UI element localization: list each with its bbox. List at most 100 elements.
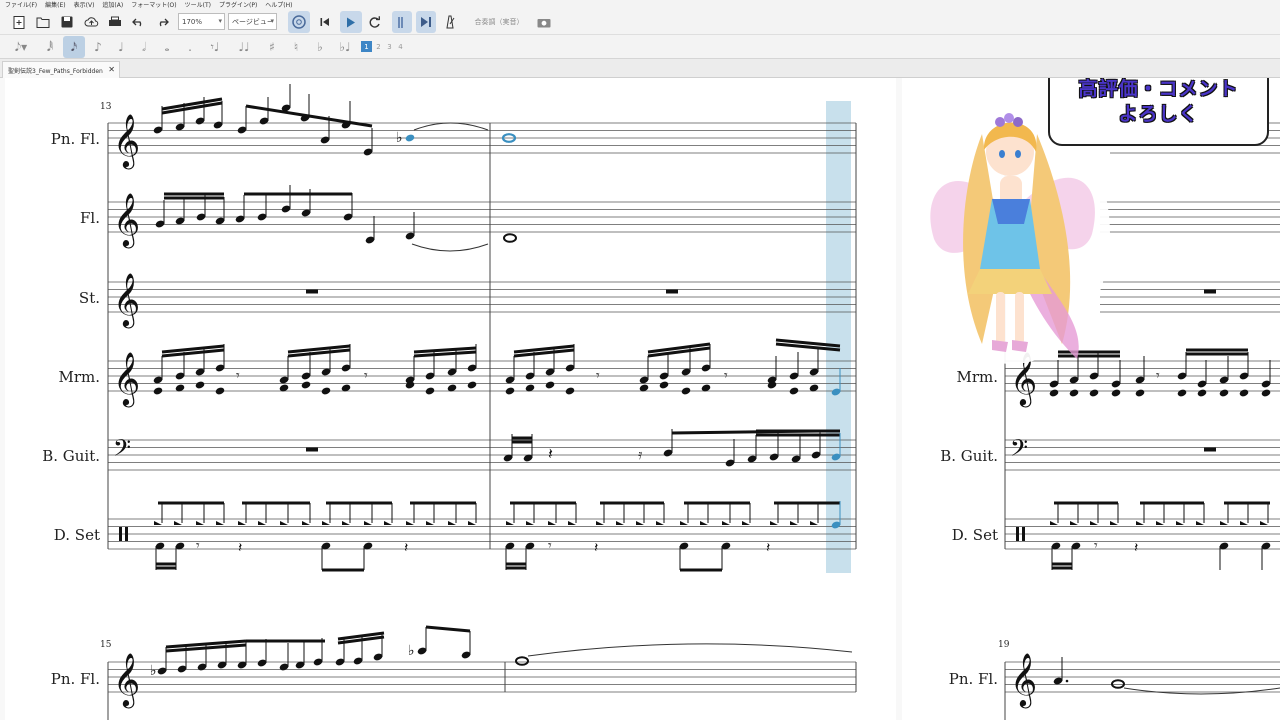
whole-note bbox=[503, 233, 517, 243]
whole-rest bbox=[306, 289, 318, 294]
half-note-icon[interactable]: 𝅗𝅥 bbox=[134, 36, 154, 58]
note-head bbox=[1069, 389, 1079, 397]
menu-format[interactable]: フォーマット(O) bbox=[131, 0, 176, 9]
sharp-icon[interactable]: ♯ bbox=[262, 36, 282, 58]
new-file-icon[interactable] bbox=[10, 11, 28, 33]
instrument-name-marimba[interactable]: Mrm. bbox=[956, 368, 998, 386]
main-toolbar: 170% ▾ ページビュー ▾ 合奏調（実音） bbox=[0, 9, 1280, 35]
cymbal-note bbox=[322, 521, 330, 525]
loop-icon[interactable] bbox=[366, 11, 382, 33]
instrument-name-drum-set[interactable]: D. Set bbox=[54, 526, 100, 544]
sixteenth-note-icon[interactable]: 𝅘𝅥𝅯 bbox=[63, 36, 85, 58]
menu-tools[interactable]: ツール(T) bbox=[185, 0, 211, 9]
instrument-name-pan-flute[interactable]: Pn. Fl. bbox=[51, 670, 100, 688]
voice-3-button[interactable]: 3 bbox=[385, 41, 394, 52]
cymbal-note bbox=[154, 521, 162, 525]
rest: 𝄽 bbox=[594, 540, 598, 556]
tie bbox=[411, 243, 489, 252]
play-button[interactable] bbox=[340, 11, 362, 33]
midi-input-button[interactable] bbox=[288, 11, 310, 33]
menu-file[interactable]: ファイル(F) bbox=[5, 0, 37, 9]
upload-cloud-icon[interactable] bbox=[82, 11, 100, 33]
cymbal-note bbox=[636, 521, 644, 525]
rest-icon[interactable]: 𝄾♩ bbox=[203, 36, 227, 58]
document-tab-title: 聖剣伝説3_Few_Paths_Forbidden bbox=[8, 67, 103, 75]
voice-1-button[interactable]: 1 bbox=[361, 41, 372, 52]
note-head bbox=[425, 387, 435, 395]
note-input-toolbar: 𝅘𝅥𝅮▾ 𝅘𝅥𝅱 𝅘𝅥𝅯 ♪ ♩ 𝅗𝅥 𝅝 . 𝄾♩ ♩♩ ♯ ♮ ♭ ♭♩ 1… bbox=[0, 35, 1280, 59]
cymbal-note bbox=[656, 521, 664, 525]
close-icon[interactable]: ✕ bbox=[108, 65, 115, 74]
document-tab[interactable]: 聖剣伝説3_Few_Paths_Forbidden ✕ bbox=[2, 61, 120, 78]
open-folder-icon[interactable] bbox=[34, 11, 52, 33]
rest: 𝄾 bbox=[1156, 368, 1160, 384]
sixty-fourth-note-icon[interactable]: 𝅘𝅥𝅱 bbox=[40, 36, 60, 58]
instrument-name-flute[interactable]: Fl. bbox=[80, 209, 100, 227]
note-head bbox=[505, 387, 515, 395]
loop-in-icon[interactable] bbox=[392, 11, 412, 33]
flip-direction-icon[interactable]: ♭♩ bbox=[334, 36, 356, 58]
rest: 𝄽 bbox=[548, 444, 553, 463]
save-icon[interactable] bbox=[58, 11, 76, 33]
rest: 𝄽 bbox=[1134, 540, 1138, 556]
cymbal-note bbox=[280, 521, 288, 525]
note-input-mode-icon[interactable]: 𝅘𝅥𝅮▾ bbox=[8, 36, 34, 58]
cymbal-note bbox=[364, 521, 372, 525]
play-to-end-icon[interactable] bbox=[416, 11, 436, 33]
instrument-name-drum-set[interactable]: D. Set bbox=[952, 526, 998, 544]
whole-note-icon[interactable]: 𝅝 bbox=[157, 36, 177, 58]
cymbal-note bbox=[1220, 521, 1228, 525]
cymbal-note bbox=[548, 521, 556, 525]
print-icon[interactable] bbox=[106, 11, 124, 33]
rest: 𝄽 bbox=[404, 540, 408, 556]
tie-icon[interactable]: ♩♩ bbox=[232, 36, 256, 58]
menu-edit[interactable]: 編集(E) bbox=[45, 0, 65, 9]
treble-clef: 𝄞 bbox=[113, 192, 140, 248]
cymbal-note bbox=[1240, 521, 1248, 525]
rest: 𝄽 bbox=[238, 540, 242, 556]
undo-icon[interactable] bbox=[130, 11, 146, 33]
instrument-name-strings[interactable]: St. bbox=[79, 289, 100, 307]
flat-accidental: ♭ bbox=[408, 643, 415, 659]
quarter-note-icon[interactable]: ♩ bbox=[111, 36, 131, 58]
instrument-name-pan-flute[interactable]: Pn. Fl. bbox=[51, 130, 100, 148]
note-head bbox=[321, 387, 331, 395]
score-canvas[interactable]: 13 15 19 Pn. Fl. Fl. St. Mrm. B. Guit. D… bbox=[0, 78, 1280, 720]
voice-4-button[interactable]: 4 bbox=[396, 41, 405, 52]
redo-icon[interactable] bbox=[154, 11, 170, 33]
voice-2-button[interactable]: 2 bbox=[374, 41, 383, 52]
menu-plugins[interactable]: プラグイン(P) bbox=[219, 0, 257, 9]
chevron-down-icon: ▾ bbox=[218, 17, 222, 25]
cymbal-note bbox=[680, 521, 688, 525]
treble-clef: 𝄞 bbox=[113, 113, 140, 169]
note-head bbox=[789, 387, 799, 395]
instrument-name-bass-guitar[interactable]: B. Guit. bbox=[42, 447, 100, 465]
cymbal-note bbox=[1156, 521, 1164, 525]
rest: 𝄾 bbox=[364, 368, 368, 384]
tie bbox=[1123, 687, 1280, 695]
cymbal-note bbox=[526, 521, 534, 525]
cymbal-note bbox=[742, 521, 750, 525]
instrument-name-bass-guitar[interactable]: B. Guit. bbox=[940, 447, 998, 465]
instrument-name-marimba[interactable]: Mrm. bbox=[58, 368, 100, 386]
cymbal-note bbox=[426, 521, 434, 525]
rest: 𝄾 bbox=[236, 368, 240, 384]
chevron-down-icon: ▾ bbox=[270, 17, 274, 25]
cymbal-note bbox=[506, 521, 514, 525]
menu-view[interactable]: 表示(V) bbox=[74, 0, 95, 9]
augmentation-dot-icon[interactable]: . bbox=[180, 36, 200, 58]
menu-add[interactable]: 追加(A) bbox=[102, 0, 123, 9]
metronome-icon[interactable] bbox=[442, 11, 458, 33]
concert-pitch-button[interactable]: 合奏調（実音） bbox=[472, 11, 526, 33]
camera-icon[interactable] bbox=[536, 11, 552, 33]
cymbal-note bbox=[384, 521, 392, 525]
eighth-note-icon[interactable]: ♪ bbox=[88, 36, 108, 58]
menu-help[interactable]: ヘルプ(H) bbox=[265, 0, 292, 9]
rewind-icon[interactable] bbox=[317, 11, 333, 33]
instrument-name-pan-flute[interactable]: Pn. Fl. bbox=[949, 670, 998, 688]
treble-clef: 𝄞 bbox=[113, 652, 140, 708]
natural-icon[interactable]: ♮ bbox=[286, 36, 306, 58]
flat-icon[interactable]: ♭ bbox=[310, 36, 330, 58]
zoom-field[interactable]: 170% ▾ bbox=[178, 13, 225, 30]
view-mode-select[interactable]: ページビュー ▾ bbox=[228, 13, 277, 30]
